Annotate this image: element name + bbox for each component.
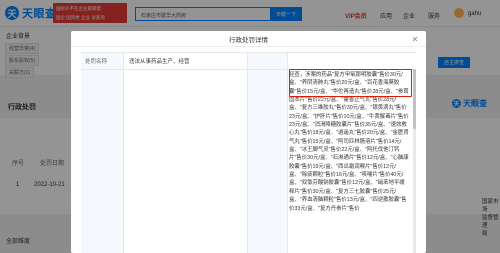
content-scrollbar[interactable]	[413, 69, 416, 253]
highlight-box	[289, 69, 412, 97]
value-penalty-name: 违法从事药品生产、经营	[129, 59, 190, 65]
label-penalty-name: 处罚名称	[81, 53, 124, 69]
label-cell-right	[247, 53, 288, 69]
label-cell-content	[247, 70, 288, 253]
label-cell-left	[81, 70, 124, 253]
modal-header: 行政处罚详情	[71, 31, 426, 47]
modal-title: 行政处罚详情	[229, 36, 268, 44]
detail-row-name: 处罚名称 违法从事药品生产、经营	[81, 53, 416, 70]
close-icon[interactable]: ✕	[410, 34, 420, 44]
scrollbar-thumb[interactable]	[413, 69, 416, 129]
detail-table: 处罚名称 违法从事药品生产、经营	[81, 52, 416, 253]
